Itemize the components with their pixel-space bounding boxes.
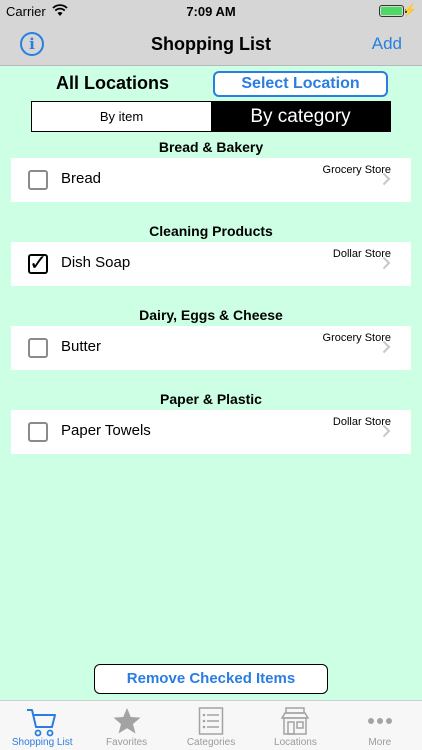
tab-locations[interactable]: Locations xyxy=(253,701,337,750)
item-checkbox[interactable] xyxy=(28,338,48,358)
remove-checked-items-button[interactable]: Remove Checked Items xyxy=(94,664,328,694)
item-checkbox[interactable] xyxy=(28,422,48,442)
item-checkbox[interactable] xyxy=(28,170,48,190)
status-bar: Carrier 7:09 AM ⚡ xyxy=(0,0,422,22)
tab-favorites[interactable]: Favorites xyxy=(84,701,168,750)
chevron-right-icon xyxy=(382,172,391,186)
view-mode-segmented-control: By item By category xyxy=(31,101,391,132)
tab-categories[interactable]: Categories xyxy=(169,701,253,750)
checkmark-icon: ✓ xyxy=(29,250,48,275)
item-name: Bread xyxy=(61,170,102,187)
section-dairy-eggs-cheese: Dairy, Eggs & Cheese Butter Grocery Stor… xyxy=(11,305,411,370)
tab-label: Favorites xyxy=(106,737,148,748)
list-item[interactable]: Bread Grocery Store xyxy=(11,158,411,202)
section-header: Bread & Bakery xyxy=(158,139,264,155)
store-icon xyxy=(281,707,310,735)
list-item[interactable]: ✓ Dish Soap Dollar Store xyxy=(11,242,411,286)
tab-label: More xyxy=(368,737,392,748)
cart-icon xyxy=(27,709,57,737)
section-header: Dairy, Eggs & Cheese xyxy=(139,307,283,323)
tab-bar: Shopping List Favorites Categories Locat… xyxy=(0,700,422,750)
segment-by-item[interactable]: By item xyxy=(32,102,211,131)
charging-icon: ⚡ xyxy=(402,3,417,17)
item-checkbox[interactable]: ✓ xyxy=(28,250,48,275)
segment-by-category[interactable]: By category xyxy=(211,102,390,131)
navigation-bar: i Shopping List Add xyxy=(0,22,422,66)
item-store: Grocery Store xyxy=(322,164,391,176)
tab-label: Categories xyxy=(186,737,236,748)
list-item[interactable]: Butter Grocery Store xyxy=(11,326,411,370)
tab-shopping-list[interactable]: Shopping List xyxy=(0,701,84,750)
page-title: Shopping List xyxy=(151,34,271,54)
item-name: Paper Towels xyxy=(61,422,151,439)
section-header: Paper & Plastic xyxy=(160,391,262,407)
item-store: Grocery Store xyxy=(322,332,391,344)
location-label: All Locations xyxy=(56,73,170,93)
section-bread-bakery: Bread & Bakery Bread Grocery Store xyxy=(11,137,411,202)
select-location-button[interactable]: Select Location xyxy=(213,71,388,97)
chevron-right-icon xyxy=(382,424,391,438)
list-icon xyxy=(198,707,224,735)
tab-label: Shopping List xyxy=(11,737,73,748)
list-item[interactable]: Paper Towels Dollar Store xyxy=(11,410,411,454)
more-icon xyxy=(367,718,392,724)
chevron-right-icon xyxy=(382,340,391,354)
tab-label: Locations xyxy=(274,737,317,748)
status-time: 7:09 AM xyxy=(186,4,236,19)
section-header: Cleaning Products xyxy=(149,223,273,239)
battery-icon xyxy=(379,5,404,17)
add-button[interactable]: Add xyxy=(372,34,402,54)
item-name: Butter xyxy=(61,338,102,355)
star-icon xyxy=(113,708,141,734)
section-paper-plastic: Paper & Plastic Paper Towels Dollar Stor… xyxy=(11,389,411,454)
chevron-right-icon xyxy=(382,256,391,270)
tab-more[interactable]: More xyxy=(338,701,422,750)
item-name: Dish Soap xyxy=(61,254,131,271)
section-cleaning-products: Cleaning Products ✓ Dish Soap Dollar Sto… xyxy=(11,221,411,286)
